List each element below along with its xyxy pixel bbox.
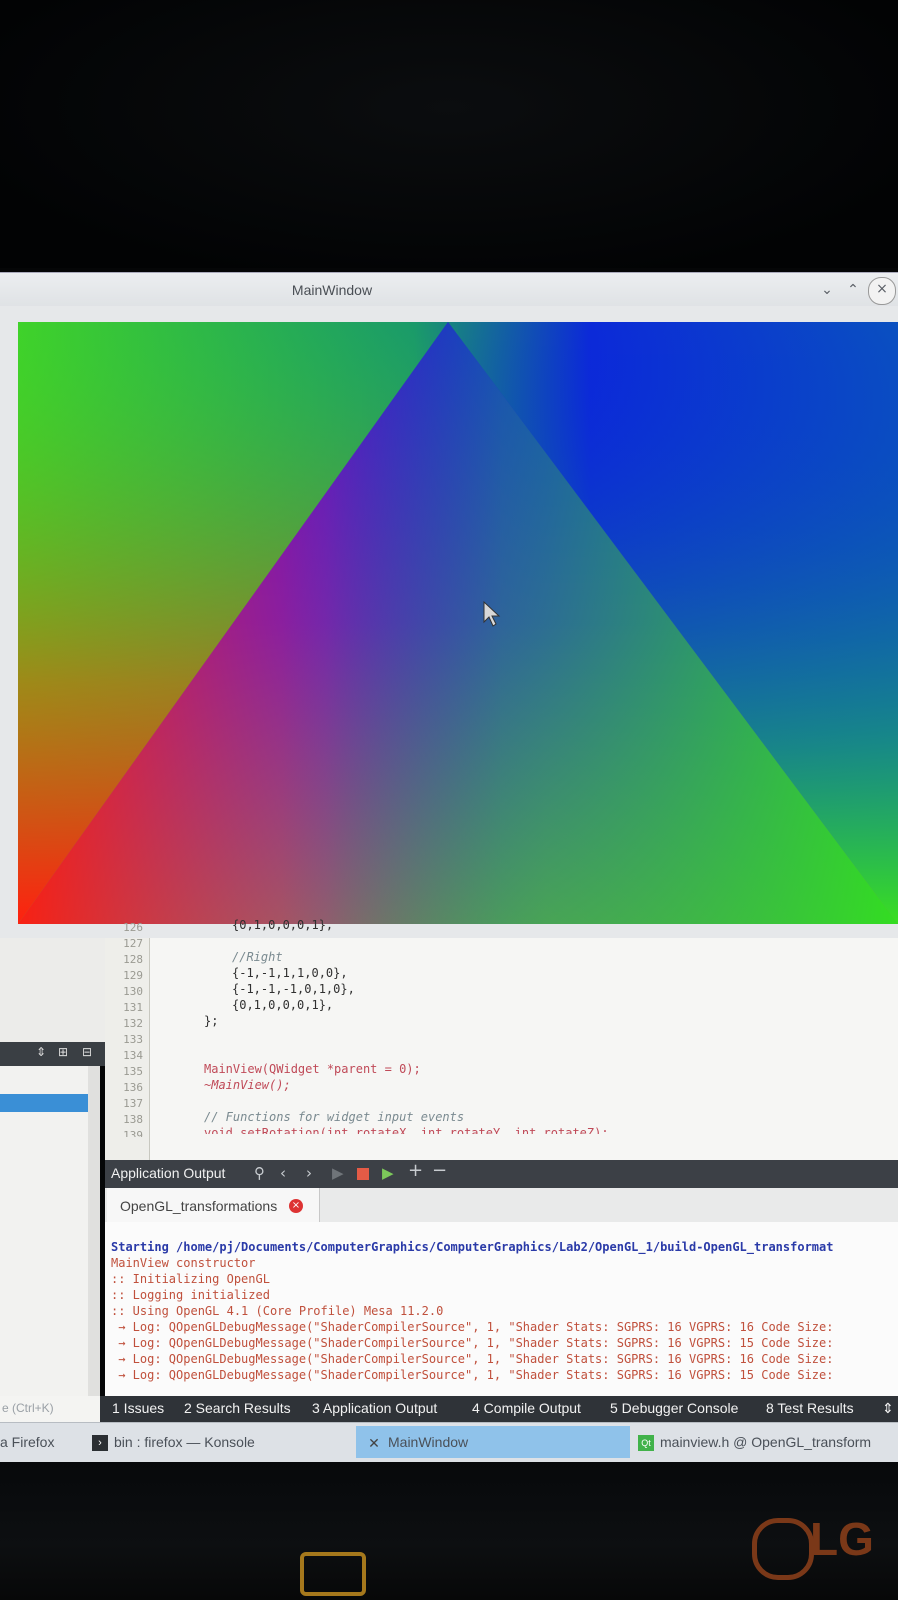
task-firefox-label: a Firefox [0, 1434, 55, 1450]
code-line: {-1,-1,-1,0,1,0}, [232, 982, 355, 996]
tab-close-icon[interactable]: × [289, 1199, 303, 1213]
pane-debugger-console[interactable]: 5 Debugger Console [610, 1400, 738, 1416]
maximize-icon[interactable]: ⌃ [842, 279, 864, 301]
close-icon[interactable]: × [868, 277, 896, 305]
output-line: → Log: QOpenGLDebugMessage("ShaderCompil… [111, 1336, 834, 1350]
terminal-icon: › [92, 1435, 108, 1452]
zoom-in-icon[interactable]: + [408, 1160, 423, 1181]
line-number: 137 [123, 1097, 143, 1110]
pane-application-output[interactable]: 3 Application Output [312, 1400, 437, 1416]
app-icon: ✕ [368, 1435, 380, 1452]
selected-list-item[interactable] [0, 1094, 88, 1112]
output-tab-label: OpenGL_transformations [120, 1198, 278, 1214]
line-number: 133 [123, 1033, 143, 1046]
output-line: MainView constructor [111, 1256, 256, 1270]
line-number: 139 [123, 1129, 143, 1137]
line-number: 130 [123, 985, 143, 998]
output-line: → Log: QOpenGLDebugMessage("ShaderCompil… [111, 1320, 834, 1334]
debug-run-icon[interactable]: ▶ [382, 1164, 394, 1182]
next-icon[interactable]: › [306, 1164, 312, 1182]
split-icon[interactable]: ⊞ [58, 1045, 68, 1059]
line-number: 128 [123, 953, 143, 966]
code-line: ~MainView(); [204, 1078, 291, 1092]
code-line: void setRotation(int rotateX, int rotate… [204, 1126, 609, 1134]
line-number: 129 [123, 969, 143, 982]
output-panel-title: Application Output [111, 1165, 226, 1181]
line-number: 134 [123, 1049, 143, 1062]
left-panel-header: ⇕ ⊞ ⊟ [0, 1042, 105, 1066]
line-number: 132 [123, 1017, 143, 1030]
pane-test-results[interactable]: 8 Test Results [766, 1400, 854, 1416]
run-icon[interactable]: ▶ [332, 1164, 344, 1182]
close-panel-icon[interactable]: ⊟ [82, 1045, 92, 1059]
output-line: :: Using OpenGL 4.1 (Core Profile) Mesa … [111, 1304, 444, 1318]
output-line: → Log: QOpenGLDebugMessage("ShaderCompil… [111, 1368, 834, 1382]
code-line: MainView(QWidget *parent = 0); [204, 1062, 421, 1076]
code-line: }; [204, 1014, 219, 1028]
line-number: 136 [123, 1081, 143, 1094]
line-number: 131 [123, 1001, 143, 1014]
code-line: {-1,-1,1,1,0,0}, [232, 966, 348, 980]
output-line: Starting /home/pj/Documents/ComputerGrap… [111, 1240, 834, 1254]
monitor-brand: LG [810, 1513, 874, 1565]
task-konsole-label: bin : firefox — Konsole [114, 1434, 255, 1450]
line-number: 135 [123, 1065, 143, 1078]
sort-icon[interactable]: ⇕ [36, 1045, 46, 1059]
opengl-render-view[interactable] [18, 322, 898, 924]
monitor-bezel-top [0, 0, 898, 268]
task-mainwindow[interactable]: ✕ MainWindow [356, 1426, 630, 1458]
zoom-out-icon[interactable]: − [432, 1160, 447, 1181]
pane-search-results[interactable]: 2 Search Results [184, 1400, 291, 1416]
output-line: :: Logging initialized [111, 1288, 270, 1302]
task-qtcreator[interactable]: Qt mainview.h @ OpenGL_transform [638, 1426, 898, 1458]
pane-more-icon[interactable]: ⇕ [882, 1400, 894, 1417]
task-mainwindow-label: MainWindow [388, 1434, 469, 1450]
task-konsole[interactable]: › bin : firefox — Konsole [92, 1426, 342, 1458]
task-qtcreator-label: mainview.h @ OpenGL_transform [660, 1434, 872, 1450]
task-firefox[interactable]: a Firefox [0, 1426, 86, 1458]
code-line: {0,1,0,0,0,1}, [232, 918, 334, 932]
window-titlebar[interactable]: MainWindow ⌄ ⌃ × [0, 272, 898, 307]
left-list-scrollbar[interactable] [88, 1066, 100, 1396]
power-button-icon[interactable] [300, 1552, 366, 1596]
minimize-icon[interactable]: ⌄ [816, 279, 838, 301]
output-line: :: Initializing OpenGL [111, 1272, 270, 1286]
stop-icon[interactable] [357, 1168, 369, 1180]
prev-icon[interactable]: ‹ [280, 1164, 286, 1182]
code-line: {0,1,0,0,0,1}, [232, 998, 334, 1012]
pane-issues[interactable]: 1 Issues [112, 1400, 164, 1416]
window-title: MainWindow [291, 282, 373, 298]
code-line: // Functions for widget input events [204, 1110, 465, 1124]
locator-input[interactable]: e (Ctrl+K) [0, 1396, 100, 1422]
open-documents-list[interactable] [0, 1066, 100, 1396]
code-line: //Right [232, 950, 283, 964]
filter-icon[interactable]: ⚲ [254, 1164, 265, 1182]
left-sidebar-top [0, 938, 105, 1042]
line-number: 138 [123, 1113, 143, 1126]
line-number: 127 [123, 937, 143, 950]
output-line: → Log: QOpenGLDebugMessage("ShaderCompil… [111, 1352, 834, 1366]
lg-logo-icon [752, 1518, 814, 1580]
locator-placeholder: e (Ctrl+K) [2, 1401, 54, 1415]
qt-creator-icon: Qt [638, 1435, 654, 1452]
line-number: 126 [123, 921, 143, 934]
pane-compile-output[interactable]: 4 Compile Output [472, 1400, 581, 1416]
